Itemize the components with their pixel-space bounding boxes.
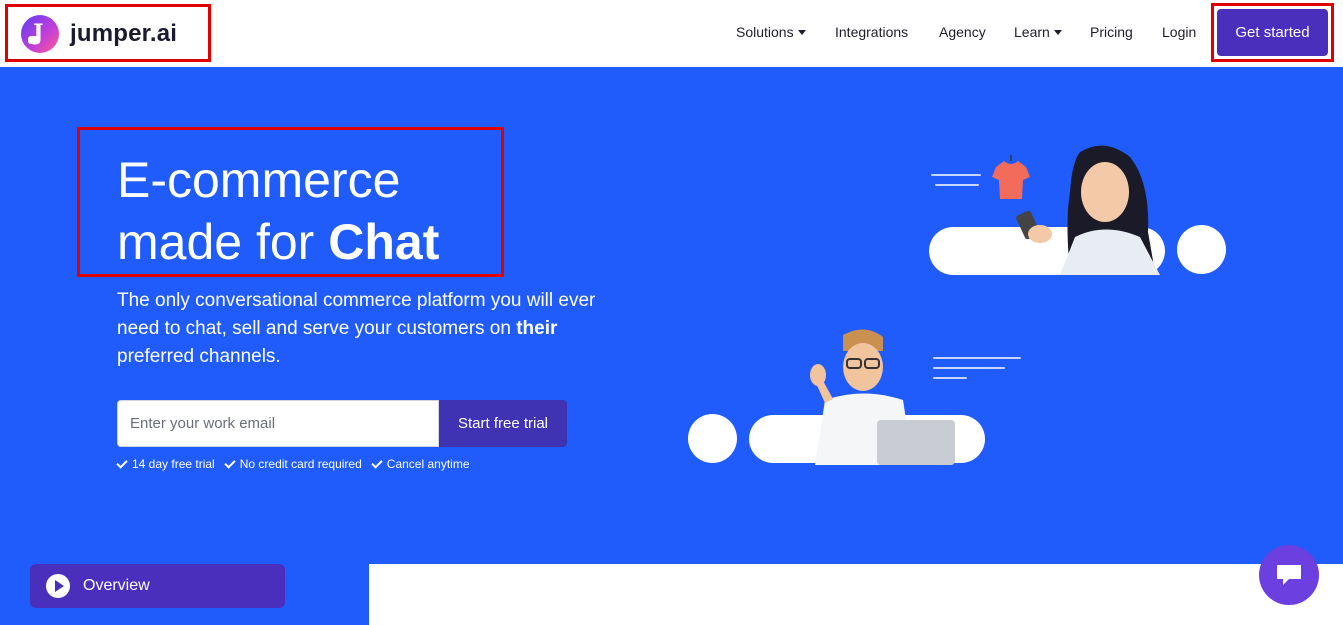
work-email-input[interactable]	[117, 400, 439, 447]
speed-line	[935, 184, 979, 186]
benefit-item: 14 day free trial	[116, 456, 215, 471]
headline-line1: E-commerce	[117, 152, 401, 208]
jumper-logo-icon: J	[21, 15, 59, 53]
nav-solutions[interactable]: Solutions	[736, 24, 806, 40]
chat-icon	[1277, 565, 1301, 585]
hero-headline: E-commerce made for Chat	[117, 149, 439, 273]
benefit-label: No credit card required	[239, 457, 362, 471]
play-icon	[46, 574, 70, 598]
headline-line2: made for	[117, 214, 315, 270]
chat-bubble-dot	[28, 36, 38, 44]
get-started-button[interactable]: Get started	[1217, 9, 1328, 56]
hero-section: E-commerce made for Chat The only conver…	[0, 67, 1343, 625]
overview-label: Overview	[83, 577, 150, 594]
hero-subtext: The only conversational commerce platfor…	[117, 287, 637, 371]
benefit-label: Cancel anytime	[386, 457, 470, 471]
speed-line	[931, 174, 981, 176]
nav-agency[interactable]: Agency	[939, 24, 986, 40]
nav-login-label: Login	[1162, 24, 1197, 40]
chat-launcher-button[interactable]	[1259, 545, 1319, 605]
woman-with-phone-illustration	[1016, 145, 1160, 275]
nav-solutions-label: Solutions	[736, 24, 794, 40]
start-free-trial-button[interactable]: Start free trial	[439, 400, 567, 447]
subtext-bold: their	[516, 318, 558, 339]
check-icon	[224, 456, 236, 469]
nav-integrations[interactable]: Integrations	[835, 24, 908, 40]
chat-bubble-circle	[688, 414, 737, 463]
nav-integrations-label: Integrations	[835, 24, 909, 40]
logo-link[interactable]: J jumper.ai	[5, 4, 211, 62]
benefit-item: Cancel anytime	[371, 456, 470, 471]
man-waving-illustration	[810, 329, 955, 465]
nav-pricing-label: Pricing	[1090, 24, 1133, 40]
nav-pricing[interactable]: Pricing	[1090, 24, 1133, 40]
trial-benefits: 14 day free trial No credit card require…	[116, 456, 480, 471]
get-started-highlight: Get started	[1211, 3, 1334, 62]
chat-bubble-circle	[1177, 225, 1226, 274]
check-icon	[371, 456, 383, 469]
nav-login[interactable]: Login	[1162, 24, 1196, 40]
overview-button[interactable]: Overview	[30, 564, 285, 608]
subtext-end: preferred channels.	[117, 346, 281, 367]
benefit-label: 14 day free trial	[132, 457, 215, 471]
headline-bold: Chat	[328, 214, 440, 270]
nav-agency-label: Agency	[939, 24, 986, 40]
nav-learn[interactable]: Learn	[1014, 24, 1062, 40]
content-panel	[369, 564, 1343, 625]
header: J jumper.ai Solutions Integrations Agenc…	[0, 0, 1343, 67]
nav-learn-label: Learn	[1014, 24, 1050, 40]
brand-name: jumper.ai	[70, 20, 178, 47]
caret-down-icon	[1053, 29, 1062, 35]
caret-down-icon	[797, 29, 806, 35]
benefit-item: No credit card required	[224, 456, 362, 471]
check-icon	[116, 456, 128, 469]
